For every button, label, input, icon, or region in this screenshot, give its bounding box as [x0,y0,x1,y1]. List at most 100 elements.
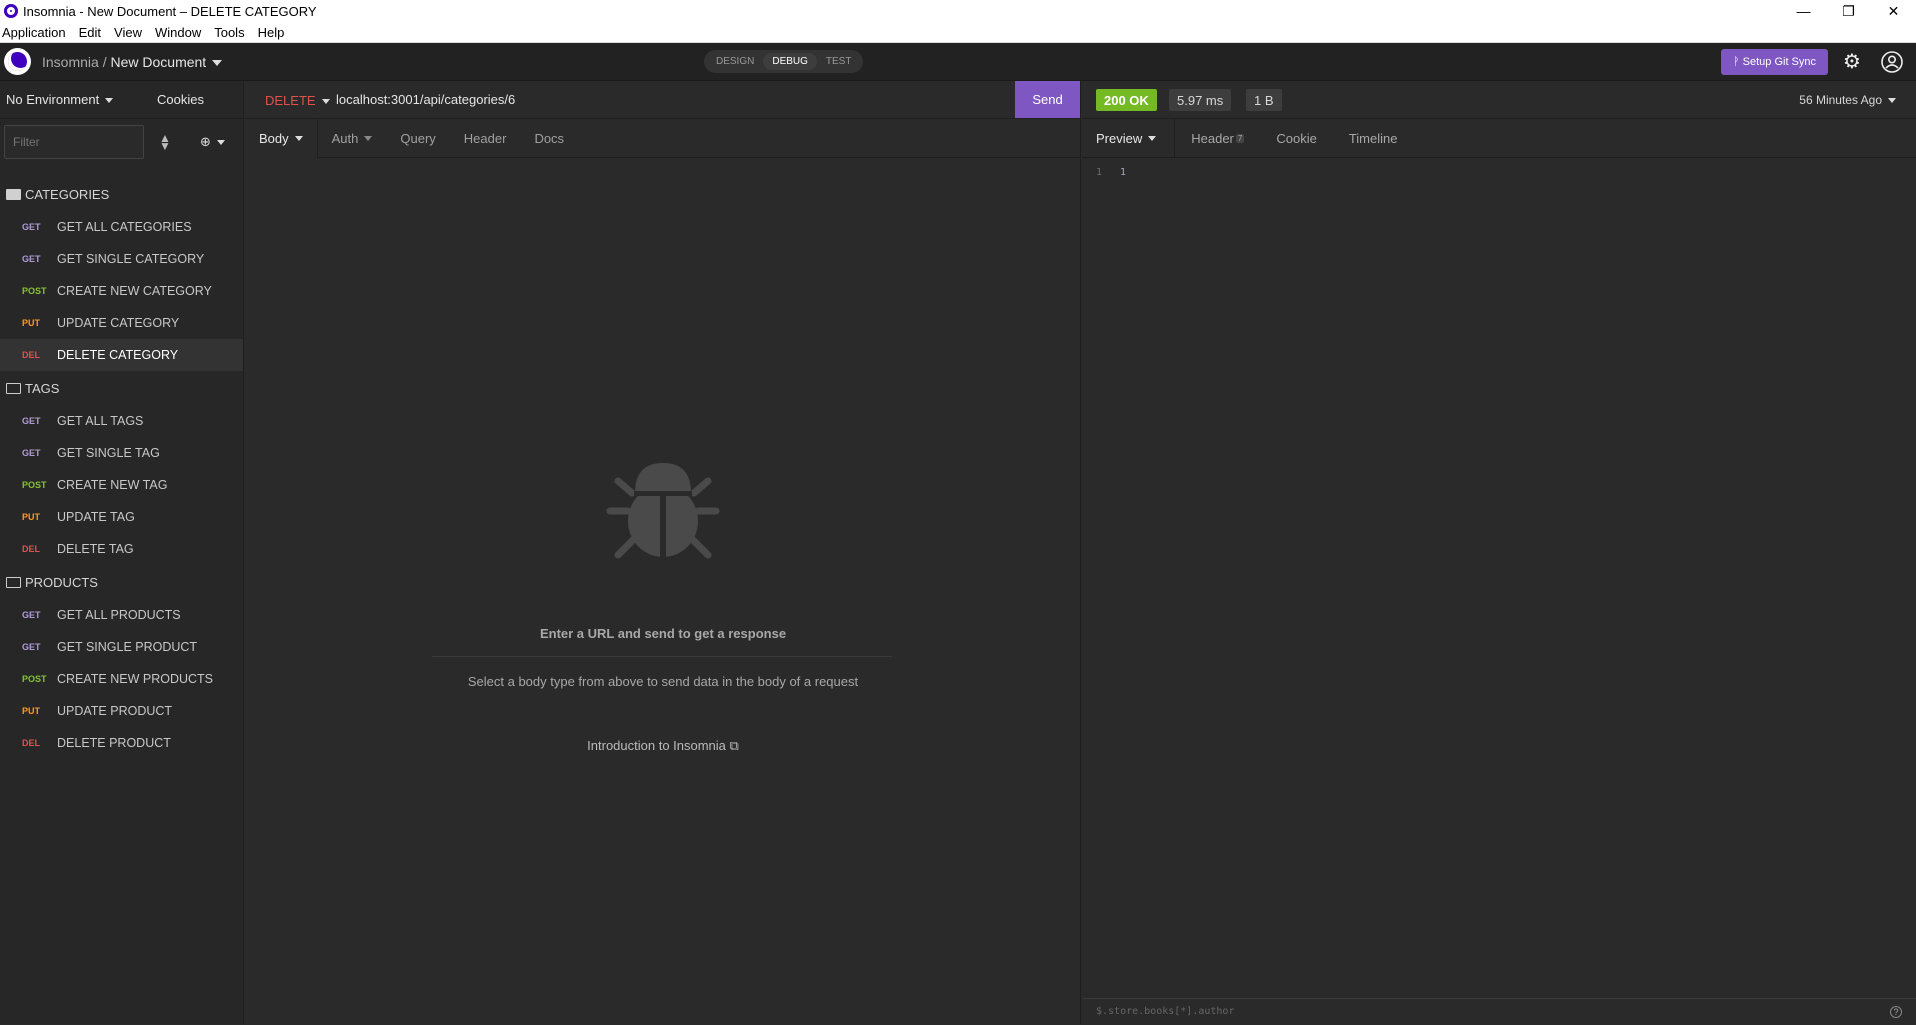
tab-timeline[interactable]: Timeline [1333,119,1414,158]
request-delete-tag[interactable]: DEL DELETE TAG [0,533,243,565]
menu-help[interactable]: Help [256,25,294,40]
menu-edit[interactable]: Edit [77,25,110,40]
folder-products[interactable]: PRODUCTS [0,565,243,599]
request-create-new-tag[interactable]: POST CREATE NEW TAG [0,469,243,501]
request-update-tag[interactable]: PUT UPDATE TAG [0,501,243,533]
insomnia-logo-icon[interactable] [4,48,31,75]
response-filter-input[interactable]: $.store.books[*].author [1082,998,1916,1024]
cookies-button[interactable]: Cookies [157,92,204,107]
send-button[interactable]: Send [1015,81,1080,118]
response-body[interactable]: 1 1 [1096,167,1126,178]
tab-label: Auth [331,130,359,146]
request-get-single-tag[interactable]: GET GET SINGLE TAG [0,437,243,469]
sidebar: No Environment Cookies ▲▼ ⊕ CATEGORIES G… [0,81,244,1024]
chevron-down-icon [105,98,114,104]
folder-label: CATEGORIES [25,186,110,202]
request-label: GET ALL CATEGORIES [57,220,192,234]
folder-icon [6,382,21,394]
breadcrumb: Insomnia / New Document [42,54,223,70]
status-badge: 200 OK [1096,89,1157,111]
method-select[interactable]: DELETE [265,93,330,108]
tab-response-header[interactable]: Header 7 [1175,119,1260,158]
menu-tools[interactable]: Tools [212,25,253,40]
method-badge: DEL [22,738,40,748]
request-get-all-categories[interactable]: GET GET ALL CATEGORIES [0,211,243,243]
request-label: DELETE CATEGORY [57,348,179,362]
request-tree: CATEGORIES GET GET ALL CATEGORIES GET GET … [0,177,243,759]
response-history-select[interactable]: 56 Minutes Ago [1799,93,1896,107]
breadcrumb-workspace[interactable]: Insomnia [42,54,99,70]
method-badge: GET [22,610,41,620]
breadcrumb-document[interactable]: New Document [110,54,206,70]
add-icon[interactable]: ⊕ [200,134,225,150]
setup-git-sync-button[interactable]: ᚹ Setup Git Sync [1721,49,1828,75]
request-delete-product[interactable]: DEL DELETE PRODUCT [0,727,243,759]
method-label: DELETE [265,93,316,108]
line-number: 1 [1096,167,1103,178]
request-get-all-tags[interactable]: GET GET ALL TAGS [0,405,243,437]
tab-docs[interactable]: Docs [520,119,578,158]
intro-link[interactable]: Introduction to Insomnia ⧉ [245,738,1081,754]
environment-select[interactable]: No Environment [0,92,150,107]
tab-body[interactable]: Body [245,118,318,158]
window-titlebar: Insomnia - New Document – DELETE CATEGOR… [0,0,1916,22]
request-update-category[interactable]: PUT UPDATE CATEGORY [0,307,243,339]
method-badge: PUT [22,318,40,328]
response-tabs: Preview Header 7 Cookie Timeline [1082,118,1916,158]
menu-application[interactable]: Application [0,25,75,40]
help-icon[interactable]: ? [1890,1006,1902,1018]
method-badge: POST [22,286,47,296]
account-icon[interactable] [1881,51,1903,73]
gear-icon[interactable]: ⚙ [1841,51,1863,73]
header-count-badge: 7 [1235,133,1245,143]
chevron-down-icon [294,135,303,141]
sort-icon[interactable]: ▲ ▼ [158,132,172,152]
folder-label: PRODUCTS [25,574,98,590]
filter-input[interactable] [4,125,144,159]
request-get-single-product[interactable]: GET GET SINGLE PRODUCT [0,631,243,663]
mode-design[interactable]: DESIGN [707,53,763,70]
chevron-down-icon[interactable] [212,60,223,67]
environment-row: No Environment Cookies [0,81,243,119]
tab-query[interactable]: Query [386,119,449,158]
method-badge: GET [22,222,41,232]
request-label: GET ALL PRODUCTS [57,608,181,622]
request-create-new-category[interactable]: POST CREATE NEW CATEGORY [0,275,243,307]
method-badge: POST [22,674,47,684]
request-get-all-products[interactable]: GET GET ALL PRODUCTS [0,599,243,631]
request-label: DELETE TAG [57,542,134,556]
tab-label: Header [1191,130,1234,146]
tab-preview[interactable]: Preview [1082,118,1176,158]
method-badge: GET [22,448,41,458]
environment-label: No Environment [6,92,100,107]
method-badge: DEL [22,544,40,554]
method-badge: DEL [22,350,40,360]
tab-header[interactable]: Header [450,119,521,158]
folder-categories[interactable]: CATEGORIES [0,177,243,211]
menu-window[interactable]: Window [153,25,210,40]
request-create-new-products[interactable]: POST CREATE NEW PRODUCTS [0,663,243,695]
maximize-icon[interactable]: ❐ [1826,0,1871,22]
url-input[interactable]: localhost:3001/api/categories/6 [336,92,515,107]
request-get-single-category[interactable]: GET GET SINGLE CATEGORY [0,243,243,275]
method-badge: POST [22,480,47,490]
request-update-product[interactable]: PUT UPDATE PRODUCT [0,695,243,727]
request-label: UPDATE CATEGORY [57,316,180,330]
chevron-down-icon [364,135,373,141]
menu-view[interactable]: View [112,25,151,40]
mode-debug[interactable]: DEBUG [763,53,817,70]
request-delete-category[interactable]: DEL DELETE CATEGORY [0,339,243,371]
tab-auth[interactable]: Auth [318,119,387,158]
menu-bar: Application Edit View Window Tools Help [0,22,1916,43]
app-header: Insomnia / New Document DESIGN DEBUG TES… [0,43,1916,81]
close-icon[interactable]: ✕ [1871,0,1916,22]
window-controls: — ❐ ✕ [1781,0,1916,22]
method-badge: GET [22,642,41,652]
folder-tags[interactable]: TAGS [0,371,243,405]
response-pane: 200 OK 5.97 ms 1 B 56 Minutes Ago Previe… [1082,81,1916,1024]
url-bar: DELETE localhost:3001/api/categories/6 S… [245,81,1080,119]
mode-test[interactable]: TEST [817,53,861,70]
minimize-icon[interactable]: — [1781,0,1826,22]
request-label: GET ALL TAGS [57,414,144,428]
tab-cookie[interactable]: Cookie [1260,119,1332,158]
